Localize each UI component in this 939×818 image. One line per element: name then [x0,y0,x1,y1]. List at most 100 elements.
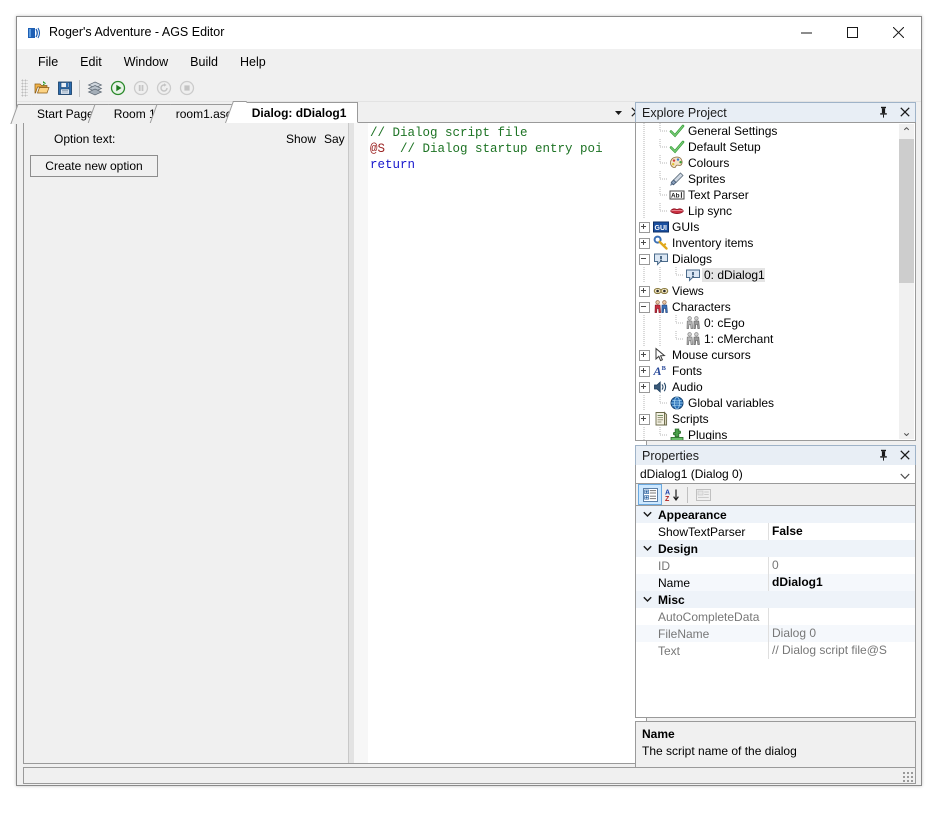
gui-icon: GUI [652,219,670,235]
tree-node[interactable]: 1: cMerchant [636,331,915,347]
property-row[interactable]: Text // Dialog script file@S [636,642,915,659]
property-row[interactable]: FileName Dialog 0 [636,625,915,642]
tree-expander-plus-icon[interactable] [636,411,652,427]
tree-node[interactable]: 0: dDialog1 [636,267,915,283]
tree-node-label: GUIs [672,220,700,234]
tree-node[interactable]: Ab Text Parser [636,187,915,203]
pin-icon[interactable] [876,104,891,120]
property-value[interactable]: // Dialog script file@S [768,642,915,659]
tree-node-label: Audio [672,380,703,394]
properties-grid[interactable]: Appearance ShowTextParser False Design ID 0 Na… [635,506,916,718]
categorized-view-icon[interactable] [638,484,662,505]
tree-node[interactable]: Views [636,283,915,299]
tree-node[interactable]: A B Fonts [636,363,915,379]
resize-grip[interactable] [901,770,913,782]
tree-node[interactable]: Audio [636,379,915,395]
menu-window[interactable]: Window [113,51,179,73]
tree-expander-plus-icon[interactable] [636,379,652,395]
script-line-comment: // Dialog script file [370,126,528,140]
property-category-row[interactable]: Appearance [636,506,915,523]
tree-expander-plus-icon[interactable] [636,283,652,299]
property-value[interactable]: Dialog 0 [768,625,915,642]
tree-node[interactable]: GUI GUIs [636,219,915,235]
tree-node[interactable]: Characters [636,299,915,315]
option-text-label: Option text: [54,132,116,146]
tree-branch-line [668,331,684,347]
run-icon[interactable] [106,77,129,99]
tab-dialog-ddialog1[interactable]: Dialog: dDialog1 [237,102,359,123]
close-icon[interactable] [897,104,912,120]
tree-node[interactable]: Colours [636,155,915,171]
svg-text:Z: Z [665,496,670,502]
property-row[interactable]: ID 0 [636,557,915,574]
tree-vscrollbar[interactable]: ⌃ ⌄ [899,124,914,439]
tree-node[interactable]: Global variables [636,395,915,411]
chevron-down-icon[interactable] [636,511,658,518]
properties-object-selector[interactable]: dDialog1 (Dialog 0) [635,465,916,484]
tree-expander-minus-icon[interactable] [636,251,652,267]
project-tree[interactable]: General Settings Default Setup Colours Spri… [635,122,916,441]
tree-expander-plus-icon[interactable] [636,347,652,363]
pin-icon[interactable] [876,447,891,463]
minimize-button[interactable] [783,17,829,48]
property-value[interactable]: 0 [768,557,915,574]
chevron-down-icon[interactable] [636,596,658,603]
key-icon [652,235,670,251]
tree-expander-plus-icon[interactable] [636,363,652,379]
close-button[interactable] [875,17,921,48]
tree-node[interactable]: General Settings [636,123,915,139]
chevron-down-icon[interactable] [636,545,658,552]
tree-node[interactable]: Sprites [636,171,915,187]
property-value[interactable]: dDialog1 [768,574,915,591]
chevron-down-icon[interactable] [610,104,626,120]
tree-expander-plus-icon[interactable] [636,219,652,235]
open-project-icon[interactable] [30,77,53,99]
scroll-thumb[interactable] [899,139,914,283]
tree-expander-minus-icon[interactable] [636,299,652,315]
menu-file[interactable]: File [27,51,69,73]
close-icon[interactable] [897,447,912,463]
property-category-row[interactable]: Design [636,540,915,557]
menu-edit[interactable]: Edit [69,51,113,73]
build-icon[interactable] [83,77,106,99]
save-icon[interactable] [53,77,76,99]
window-controls [783,17,921,48]
maximize-button[interactable] [829,17,875,48]
property-row[interactable]: Name dDialog1 [636,574,915,591]
tree-node-label: Sprites [688,172,726,186]
tree-indent [636,123,652,139]
tree-node[interactable]: Default Setup [636,139,915,155]
selected-object-label: dDialog1 (Dialog 0) [640,467,743,481]
property-category-label: Misc [658,592,685,607]
menu-help[interactable]: Help [229,51,277,73]
tree-node[interactable]: Dialogs [636,251,915,267]
project-tree-nodes: General Settings Default Setup Colours Spri… [636,123,915,440]
tree-node-label: 0: cEgo [704,316,745,330]
property-value[interactable]: False [768,523,915,540]
properties-toolbar: A Z [635,484,916,506]
tree-node[interactable]: Inventory items [636,235,915,251]
tree-expander-plus-icon[interactable] [636,235,652,251]
tree-node[interactable]: Plugins [636,427,915,440]
tree-node[interactable]: Mouse cursors [636,347,915,363]
scroll-up-arrow[interactable]: ⌃ [899,124,914,139]
property-row[interactable]: ShowTextParser False [636,523,915,540]
toolbar-grip[interactable] [21,79,28,97]
create-new-option-button[interactable]: Create new option [30,155,158,177]
menu-build[interactable]: Build [179,51,229,73]
svg-text:B: B [662,365,667,372]
scroll-down-arrow[interactable]: ⌄ [899,424,914,439]
dialog-script-editor[interactable]: // Dialog script file @S // Dialog start… [370,125,646,763]
property-category-row[interactable]: Misc [636,591,915,608]
tree-node[interactable]: 0: cEgo [636,315,915,331]
dialog-options-header: Option text: Show Say [24,123,348,153]
property-row[interactable]: AutoCompleteData [636,608,915,625]
title-bar: Roger's Adventure - AGS Editor [17,17,921,49]
tree-node[interactable]: Scripts [636,411,915,427]
tree-indent [636,155,652,171]
chevron-down-icon[interactable] [900,469,910,483]
alphabetical-sort-icon[interactable]: A Z [661,485,683,504]
tree-node-label: Lip sync [688,204,733,218]
tree-node[interactable]: Lip sync [636,203,915,219]
property-value[interactable] [768,608,915,625]
